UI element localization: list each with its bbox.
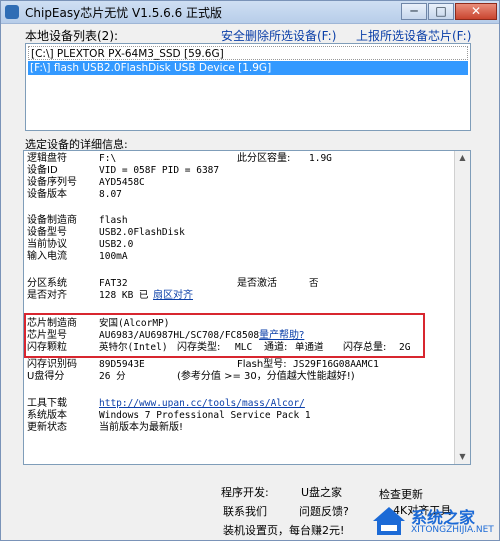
install-link[interactable]: 装机设置页，每台赚2元! xyxy=(223,522,344,538)
window-title: ChipEasy芯片无忧 V1.5.6.6 正式版 xyxy=(25,6,223,20)
device-item[interactable]: [C:\] PLEXTOR PX-64M3_SSD [59.6G] xyxy=(28,46,468,60)
flash-model-value: JS29F16G08AAMC1 xyxy=(293,359,379,370)
app-window: ChipEasy芯片无忧 V1.5.6.6 正式版 ─ □ ✕ 本地设备列表(2… xyxy=(0,0,500,541)
drive-label: 逻辑盘符 xyxy=(27,153,67,164)
scroll-up-icon[interactable]: ▲ xyxy=(455,151,470,165)
align-label: 是否对齐 xyxy=(27,290,67,301)
model-label: 设备型号 xyxy=(27,227,67,238)
current-value: 100mA xyxy=(99,251,128,262)
minimize-button[interactable]: ─ xyxy=(401,3,427,20)
device-item-selected[interactable]: [F:\] flash USB2.0FlashDisk USB Device [… xyxy=(28,61,468,75)
detail-scrollbar[interactable]: ▲ ▼ xyxy=(454,151,470,464)
protocol-value: USB2.0 xyxy=(99,239,134,250)
site-watermark: 系统之家 XITONGZHIJIA.NET xyxy=(371,501,499,540)
close-button[interactable]: ✕ xyxy=(455,3,497,20)
align-value: 128 KB 已 xyxy=(99,290,149,301)
os-label: 系统版本 xyxy=(27,410,67,421)
active-label: 是否激活 xyxy=(237,278,277,289)
score-value: 26 分 xyxy=(99,371,126,382)
detail-panel: 逻辑盘符 F:\ 此分区容量: 1.9G 设备ID VID = 058F PID… xyxy=(23,150,471,465)
update-value: 当前版本为最新版! xyxy=(99,422,184,433)
serial-value: AYD5458C xyxy=(99,177,145,188)
flash-id-label: 闪存识别码 xyxy=(27,359,77,370)
developer-label: 程序开发: xyxy=(221,486,269,499)
serial-label: 设备序列号 xyxy=(27,177,77,188)
feedback-link[interactable]: 问题反馈? xyxy=(299,503,349,519)
tools-download-link[interactable]: http://www.upan.cc/tools/mass/Alcor/ xyxy=(99,398,305,410)
house-logo-icon xyxy=(373,507,405,535)
device-id-label: 设备ID xyxy=(27,165,58,176)
check-update-link[interactable]: 检查更新 xyxy=(379,486,423,502)
model-value: USB2.0FlashDisk xyxy=(99,227,185,238)
active-value: 否 xyxy=(309,278,319,289)
vendor-label: 设备制造商 xyxy=(27,215,77,226)
version-value: 8.07 xyxy=(99,189,122,200)
safe-remove-link[interactable]: 安全删除所选设备(F:) xyxy=(221,27,336,44)
app-icon xyxy=(5,5,19,19)
sector-align-link[interactable]: 扇区对齐 xyxy=(153,290,193,302)
device-list-label: 本地设备列表(2): xyxy=(25,29,119,43)
flash-id-value: 89D5943E xyxy=(99,359,145,370)
partition-value: 1.9G xyxy=(309,153,332,164)
fs-label: 分区系统 xyxy=(27,278,67,289)
upload-chip-link[interactable]: 上报所选设备芯片(F:) xyxy=(356,27,471,44)
watermark-url: XITONGZHIJIA.NET xyxy=(411,525,494,535)
contact-link[interactable]: 联系我们 xyxy=(223,503,267,519)
fs-value: FAT32 xyxy=(99,278,128,289)
protocol-label: 当前协议 xyxy=(27,239,67,250)
title-bar: ChipEasy芯片无忧 V1.5.6.6 正式版 ─ □ ✕ xyxy=(1,1,499,24)
vendor-value: flash xyxy=(99,215,128,226)
tools-label: 工具下载 xyxy=(27,398,67,409)
score-label: U盘得分 xyxy=(27,371,65,382)
current-label: 输入电流 xyxy=(27,251,67,262)
update-label: 更新状态 xyxy=(27,422,67,433)
developer-link[interactable]: U盘之家 xyxy=(301,484,342,500)
device-id-value: VID = 058F PID = 6387 xyxy=(99,165,220,176)
version-label: 设备版本 xyxy=(27,189,67,200)
maximize-button[interactable]: □ xyxy=(428,3,454,20)
scroll-down-icon[interactable]: ▼ xyxy=(455,450,470,464)
drive-value: F:\ xyxy=(99,153,117,164)
highlight-box xyxy=(24,313,425,358)
partition-label: 此分区容量: xyxy=(237,153,291,164)
score-note: (参考分值 >= 30，分值越大性能越好!) xyxy=(177,371,355,382)
os-value: Windows 7 Professional Service Pack 1 xyxy=(99,410,311,421)
device-list[interactable]: [C:\] PLEXTOR PX-64M3_SSD [59.6G] [F:\] … xyxy=(25,43,471,131)
flash-model-label: Flash型号: xyxy=(237,359,287,370)
